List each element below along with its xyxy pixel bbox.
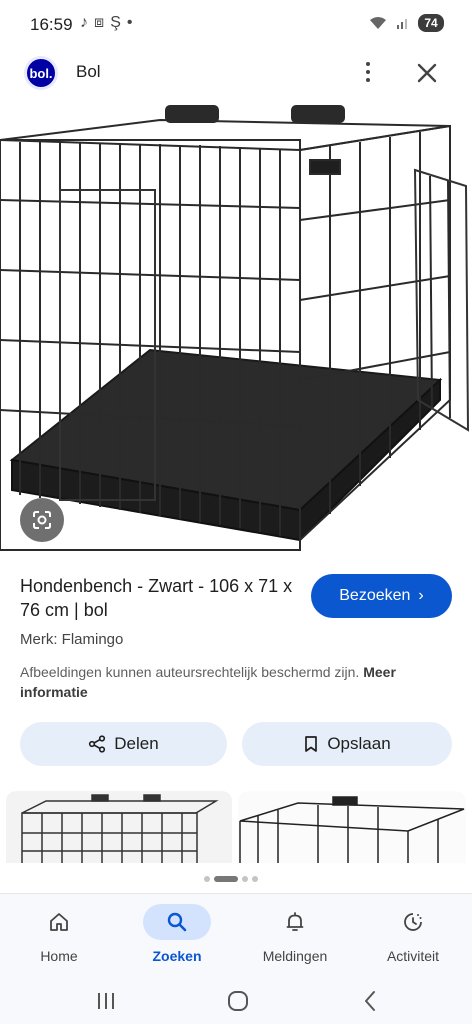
share-icon bbox=[89, 735, 106, 753]
save-button[interactable]: Opslaan bbox=[242, 722, 452, 766]
share-button[interactable]: Delen bbox=[20, 722, 227, 766]
carousel-dot bbox=[204, 876, 210, 882]
save-label: Opslaan bbox=[327, 734, 391, 753]
nav-search[interactable]: Zoeken bbox=[118, 894, 236, 978]
activity-icon bbox=[379, 904, 447, 940]
status-bar: 16:59 ♪ ⧈ Ş • 74 bbox=[0, 0, 472, 48]
nav-home[interactable]: Home bbox=[0, 894, 118, 978]
related-image-thumbnail[interactable] bbox=[6, 791, 232, 863]
site-name: Bol bbox=[76, 62, 101, 81]
battery-indicator: 74 bbox=[418, 14, 444, 32]
home-icon bbox=[25, 904, 93, 940]
related-image-thumbnail[interactable] bbox=[238, 791, 466, 863]
more-options-icon[interactable] bbox=[356, 58, 380, 86]
signal-icon bbox=[397, 19, 407, 29]
notice-text: Afbeeldingen kunnen auteursrechtelijk be… bbox=[20, 664, 360, 680]
brand-label: Merk: Flamingo bbox=[20, 631, 124, 648]
search-icon bbox=[143, 904, 211, 940]
bol-logo: bol. bbox=[24, 56, 58, 90]
system-navigation-bar bbox=[0, 977, 472, 1024]
notification-icons: ♪ ⧈ Ş • bbox=[80, 14, 132, 32]
carousel-dot bbox=[242, 876, 248, 882]
share-label: Delen bbox=[114, 734, 159, 753]
home-button-icon[interactable] bbox=[218, 985, 258, 1017]
more-notifications-icon: • bbox=[126, 14, 133, 31]
back-icon[interactable] bbox=[350, 985, 390, 1017]
crate-thumbnail-image bbox=[21, 794, 219, 863]
nav-home-label: Home bbox=[40, 948, 78, 964]
copyright-notice: Afbeeldingen kunnen auteursrechtelijk be… bbox=[20, 662, 450, 702]
dog-crate-illustration bbox=[0, 105, 470, 551]
result-title[interactable]: Hondenbench - Zwart - 106 x 71 x 76 cm |… bbox=[20, 574, 300, 622]
screenshot-icon: ⧈ bbox=[94, 14, 105, 31]
bookmark-icon bbox=[305, 736, 318, 752]
visit-button[interactable]: Bezoeken › bbox=[311, 574, 452, 618]
nav-activity[interactable]: Activiteit bbox=[354, 894, 472, 978]
visit-label: Bezoeken bbox=[339, 587, 411, 604]
product-image[interactable] bbox=[0, 100, 472, 560]
carousel-dot bbox=[252, 876, 258, 882]
bell-icon bbox=[261, 904, 329, 940]
bottom-navigation: Home Zoeken Meldingen Activiteit bbox=[0, 893, 472, 977]
nav-notifications[interactable]: Meldingen bbox=[236, 894, 354, 978]
chevron-right-icon: › bbox=[418, 587, 424, 604]
s-app-icon: Ş bbox=[110, 14, 121, 31]
nav-notifications-label: Meldingen bbox=[262, 948, 328, 964]
google-lens-button[interactable] bbox=[20, 498, 64, 542]
close-icon[interactable] bbox=[412, 58, 442, 88]
app-header: bol. Bol bbox=[0, 48, 472, 100]
recent-apps-icon[interactable] bbox=[86, 985, 126, 1017]
status-time: 16:59 bbox=[30, 15, 73, 34]
crate-thumbnail-image bbox=[239, 796, 465, 863]
carousel-dot-active bbox=[214, 876, 238, 882]
lens-icon bbox=[33, 511, 51, 529]
nav-activity-label: Activiteit bbox=[386, 948, 440, 964]
status-right: 74 bbox=[368, 14, 444, 32]
nav-search-label: Zoeken bbox=[152, 948, 202, 964]
tiktok-icon: ♪ bbox=[80, 14, 88, 31]
wifi-icon bbox=[370, 17, 386, 29]
carousel-indicator bbox=[204, 876, 258, 882]
